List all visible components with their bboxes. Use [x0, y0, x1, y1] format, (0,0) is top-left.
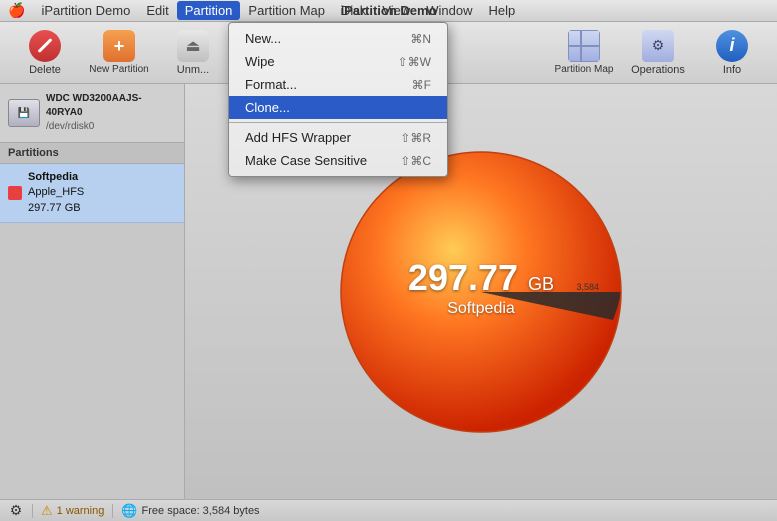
info-icon: i — [716, 30, 748, 62]
dropdown-separator — [229, 122, 447, 123]
dropdown-case-sensitive[interactable]: Make Case Sensitive ⇧⌘C — [229, 149, 447, 172]
titlebar: 🍎 iPartition Demo Edit Partition Partiti… — [0, 0, 777, 22]
free-space-label: 3,584 Free Space — [564, 282, 611, 302]
shortcut-wipe: ⇧⌘W — [398, 55, 431, 69]
partition-map-button[interactable]: Partition Map — [549, 26, 619, 80]
partition-item[interactable]: Softpedia Apple_HFS 297.77 GB — [0, 164, 184, 223]
partition-map-icon — [568, 30, 600, 62]
unmount-icon: ⏏ — [177, 30, 209, 62]
settings-button[interactable]: ⚙ — [8, 503, 24, 519]
dropdown-wipe[interactable]: Wipe ⇧⌘W — [229, 50, 447, 73]
delete-icon — [29, 30, 61, 62]
warning-icon: ⚠ — [41, 503, 53, 519]
dropdown-new[interactable]: New... ⌘N — [229, 27, 447, 50]
pie-container: 297.77 GB Softpedia 3,584 Free Space — [331, 142, 631, 442]
status-separator-2 — [112, 504, 113, 518]
partitions-header: Partitions — [0, 143, 184, 164]
partition-map-label: Partition Map — [555, 64, 614, 75]
sidebar: 💾 WDC WD3200AAJS-40RYA0 /dev/rdisk0 Part… — [0, 84, 185, 499]
menu-ipartition[interactable]: iPartition Demo — [33, 1, 138, 20]
disk-name: WDC WD3200AAJS-40RYA0 — [46, 92, 176, 120]
operations-label: Operations — [631, 64, 685, 76]
warning-indicator[interactable]: ⚠ 1 warning — [41, 503, 104, 519]
apple-menu[interactable]: 🍎 — [8, 2, 25, 19]
partition-dropdown: New... ⌘N Wipe ⇧⌘W Format... ⌘F Clone...… — [228, 22, 448, 177]
dropdown-clone[interactable]: Clone... — [229, 96, 447, 119]
free-space-text: Free space: 3,584 bytes — [142, 505, 260, 517]
disk-info[interactable]: 💾 WDC WD3200AAJS-40RYA0 /dev/rdisk0 — [0, 84, 184, 143]
window-title: iPartition Demo — [340, 3, 436, 18]
operations-button[interactable]: ⚙ Operations — [623, 26, 693, 80]
statusbar: ⚙ ⚠ 1 warning 🌐 Free space: 3,584 bytes — [0, 499, 777, 521]
menu-edit[interactable]: Edit — [138, 1, 176, 20]
menu-partition-map[interactable]: Partition Map — [240, 1, 333, 20]
operations-icon: ⚙ — [642, 30, 674, 62]
status-separator-1 — [32, 504, 33, 518]
info-button[interactable]: i Info — [697, 26, 767, 80]
new-partition-icon: + — [103, 30, 135, 62]
disk-icon: 💾 — [8, 99, 40, 127]
unmount-button[interactable]: ⏏ Unm... — [158, 26, 228, 80]
menu-help[interactable]: Help — [481, 1, 524, 20]
shortcut-case-sensitive: ⇧⌘C — [400, 154, 431, 168]
partition-name: Softpedia — [28, 170, 84, 185]
globe-icon: 🌐 — [121, 503, 137, 519]
new-partition-label: New Partition — [89, 64, 148, 75]
partition-color-indicator — [8, 186, 22, 200]
warning-text: 1 warning — [57, 505, 105, 517]
delete-button[interactable]: Delete — [10, 26, 80, 80]
unmount-label: Unm... — [177, 64, 209, 76]
partition-type: Apple_HFS — [28, 185, 84, 200]
new-partition-button[interactable]: + New Partition — [84, 26, 154, 80]
dropdown-format[interactable]: Format... ⌘F — [229, 73, 447, 96]
info-label: Info — [723, 64, 741, 76]
shortcut-add-hfs: ⇧⌘R — [400, 131, 431, 145]
menu-bar: iPartition Demo Edit Partition Partition… — [33, 1, 523, 20]
shortcut-format: ⌘F — [412, 78, 431, 92]
free-space-status: 🌐 Free space: 3,584 bytes — [121, 503, 259, 519]
menu-partition[interactable]: Partition — [177, 1, 241, 20]
disk-text: WDC WD3200AAJS-40RYA0 /dev/rdisk0 — [46, 92, 176, 134]
shortcut-new: ⌘N — [410, 32, 431, 46]
dropdown-add-hfs[interactable]: Add HFS Wrapper ⇧⌘R — [229, 126, 447, 149]
disk-device: /dev/rdisk0 — [46, 120, 176, 134]
delete-label: Delete — [29, 64, 61, 76]
partition-text: Softpedia Apple_HFS 297.77 GB — [28, 170, 84, 216]
partition-size: 297.77 GB — [28, 201, 84, 216]
